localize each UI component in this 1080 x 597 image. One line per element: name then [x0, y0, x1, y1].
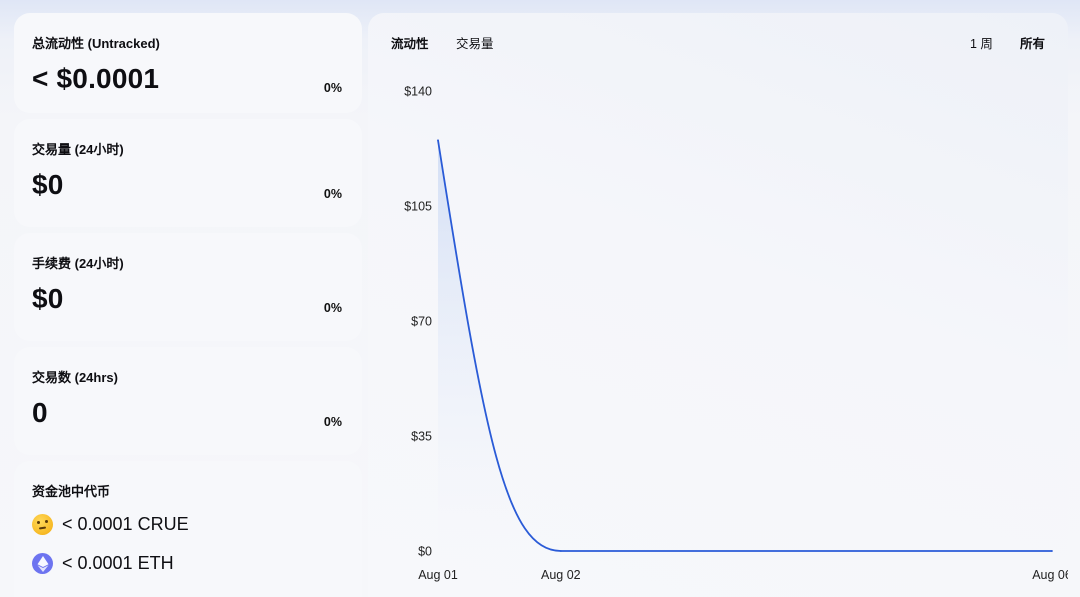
x-axis: Aug 01 Aug 02 Aug 06 — [418, 568, 1068, 582]
liquidity-chart: $0 $35 $70 $105 $140 Aug 01 Aug 02 Aug 06 — [404, 85, 1068, 583]
transactions-24h-label: 交易数 (24hrs) — [32, 370, 118, 385]
total-liquidity-card: 总流动性 (Untracked) < $0.0001 0% — [14, 13, 362, 113]
y-tick-label: $140 — [404, 85, 432, 99]
total-liquidity-change: 0% — [323, 81, 342, 95]
y-tick-label: $105 — [404, 200, 432, 214]
data-point — [1051, 550, 1053, 552]
pooled-tokens-title: 资金池中代币 — [32, 484, 111, 499]
volume-24h-card: 交易量 (24小时) $0 0% — [14, 119, 362, 227]
total-liquidity-label: 总流动性 (Untracked) — [32, 36, 160, 51]
volume-24h-value: $0 — [32, 169, 64, 200]
pool-overview-page: 总流动性 (Untracked) < $0.0001 0% 交易量 (24小时)… — [0, 0, 1080, 597]
data-point — [559, 550, 562, 552]
volume-24h-label: 交易量 (24小时) — [32, 142, 124, 157]
total-liquidity-value: < $0.0001 — [32, 63, 160, 94]
y-tick-label: $0 — [418, 545, 432, 559]
pooled-token-amount-crue: < 0.0001 CRUE — [62, 514, 189, 534]
thinking-face-icon — [32, 514, 53, 535]
fees-24h-card: 手续费 (24小时) $0 0% — [14, 233, 362, 341]
x-tick-label: Aug 02 — [541, 568, 581, 582]
transactions-24h-value: 0 — [32, 397, 48, 428]
fees-24h-value: $0 — [32, 283, 64, 314]
y-axis: $0 $35 $70 $105 $140 — [404, 85, 432, 559]
pooled-token-row-crue[interactable]: < 0.0001 CRUE — [32, 514, 189, 535]
volume-24h-change: 0% — [323, 187, 342, 201]
ethereum-icon — [32, 553, 53, 574]
chart-panel: 流动性 交易量 1 周 所有 $0 $35 $70 $105 $140 Aug 01 Au… — [368, 13, 1068, 597]
liquidity-area-fill — [438, 140, 1052, 551]
y-tick-label: $35 — [411, 430, 432, 444]
y-tick-label: $70 — [411, 315, 432, 329]
fees-24h-label: 手续费 (24小时) — [32, 256, 124, 271]
pooled-token-amount-eth: < 0.0001 ETH — [62, 553, 174, 573]
transactions-24h-card: 交易数 (24hrs) 0 0% — [14, 347, 362, 455]
chart-points — [437, 139, 1053, 552]
liquidity-series-line — [437, 140, 1052, 552]
fees-24h-change: 0% — [323, 301, 342, 315]
data-point — [437, 139, 439, 142]
pooled-tokens-card: 资金池中代币 < 0.0001 CRUE < 0.0001 ETH — [14, 461, 362, 597]
transactions-24h-change: 0% — [323, 415, 342, 429]
x-tick-label: Aug 01 — [418, 568, 458, 582]
x-tick-label: Aug 06 — [1032, 568, 1068, 582]
pooled-token-row-eth[interactable]: < 0.0001 ETH — [32, 553, 174, 574]
